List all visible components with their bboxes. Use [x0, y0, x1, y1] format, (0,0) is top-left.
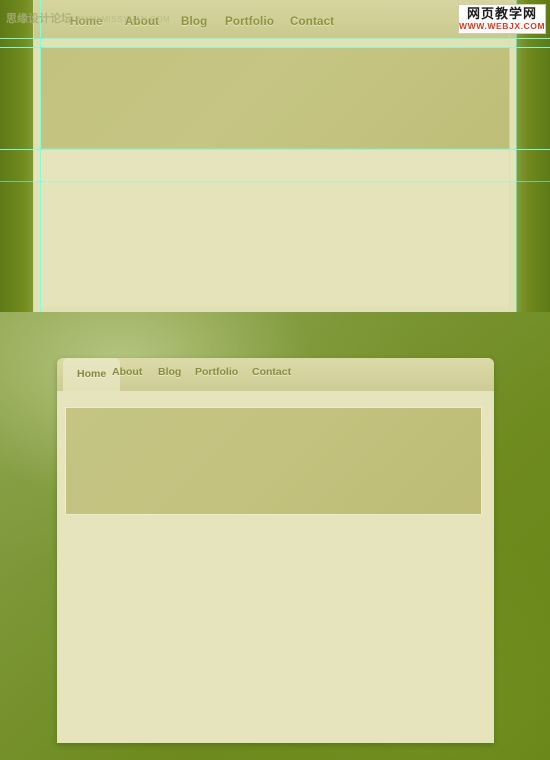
- canvas-content-block: [40, 181, 510, 307]
- preview-navigation-bar: Home About Blog Portfolio Contact: [57, 358, 494, 391]
- guide-horizontal-2[interactable]: [0, 47, 550, 48]
- preview-nav-list: Home About Blog Portfolio Contact: [57, 358, 494, 391]
- watermark-right-url: WWW.WEBJX.COM: [459, 21, 546, 31]
- canvas-mid-band: [33, 149, 516, 181]
- watermark-right-title: 网页教学网: [466, 6, 537, 21]
- watermark-left-title: 思缘设计论坛: [6, 13, 72, 25]
- canvas-featured-inner: [40, 47, 510, 149]
- design-canvas-top: Home About Blog Portfolio Contact 思缘设计论坛…: [0, 0, 550, 312]
- preview-featured-project-bg: [66, 408, 481, 514]
- screenshot-root: Home About Blog Portfolio Contact 思缘设计论坛…: [0, 0, 550, 760]
- canvas-nav-item-contact[interactable]: Contact: [290, 16, 334, 28]
- preview-nav-item-blog[interactable]: Blog: [158, 366, 181, 378]
- preview-nav-item-about[interactable]: About: [112, 366, 142, 378]
- watermark-right: 网页教学网 WWW.WEBJX.COM: [458, 4, 546, 34]
- canvas-featured-project-bg: [40, 47, 510, 149]
- preview-nav-item-portfolio[interactable]: Portfolio: [195, 366, 238, 378]
- canvas-nav-item-blog[interactable]: Blog: [181, 16, 207, 28]
- watermark-left-url: WWW.MISSYUAN.COM: [75, 15, 171, 24]
- guide-horizontal-1[interactable]: [0, 38, 550, 39]
- preview-area: Home About Blog Portfolio Contact LAYERS…: [0, 312, 550, 760]
- preview-nav-item-contact[interactable]: Contact: [252, 366, 291, 378]
- guide-horizontal-3[interactable]: [0, 149, 550, 150]
- guide-horizontal-4[interactable]: [0, 181, 550, 182]
- canvas-nav-item-portfolio[interactable]: Portfolio: [225, 16, 274, 28]
- watermark-left: 思缘设计论坛 WWW.MISSYUAN.COM: [6, 10, 170, 26]
- preview-browser-card: Home About Blog Portfolio Contact: [57, 358, 494, 743]
